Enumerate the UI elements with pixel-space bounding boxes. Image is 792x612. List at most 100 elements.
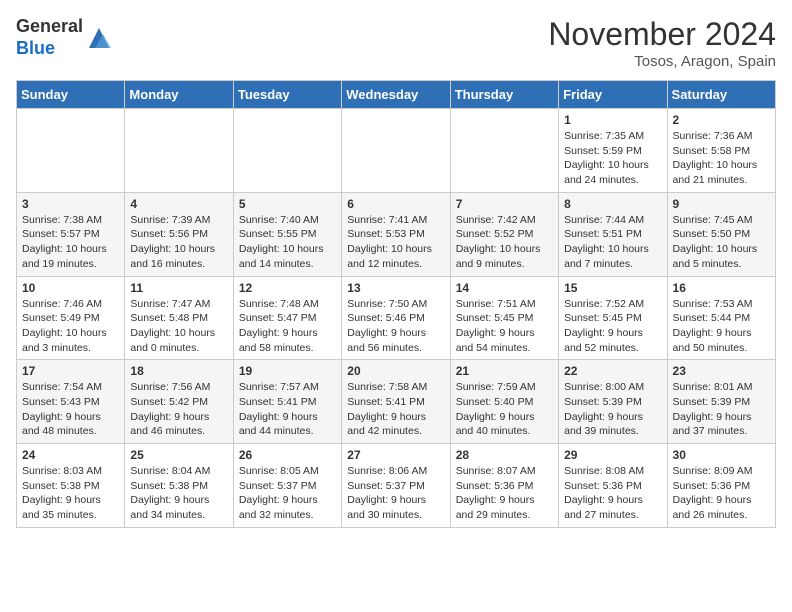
day-info: Daylight: 9 hours <box>22 493 119 508</box>
day-info: Daylight: 10 hours <box>130 242 227 257</box>
day-info: Sunset: 5:49 PM <box>22 311 119 326</box>
calendar-header: SundayMondayTuesdayWednesdayThursdayFrid… <box>17 81 776 109</box>
location: Tosos, Aragon, Spain <box>548 53 776 70</box>
day-info: Sunrise: 8:05 AM <box>239 464 336 479</box>
calendar-cell: 30Sunrise: 8:09 AMSunset: 5:36 PMDayligh… <box>667 444 775 528</box>
calendar-cell: 21Sunrise: 7:59 AMSunset: 5:40 PMDayligh… <box>450 360 558 444</box>
calendar-cell: 10Sunrise: 7:46 AMSunset: 5:49 PMDayligh… <box>17 276 125 360</box>
day-info: Sunrise: 7:35 AM <box>564 129 661 144</box>
day-info: and 44 minutes. <box>239 424 336 439</box>
calendar-cell <box>17 109 125 193</box>
day-info: Daylight: 9 hours <box>564 493 661 508</box>
calendar-body: 1Sunrise: 7:35 AMSunset: 5:59 PMDaylight… <box>17 109 776 528</box>
day-info: and 48 minutes. <box>22 424 119 439</box>
day-info: Sunrise: 7:50 AM <box>347 297 444 312</box>
calendar-cell: 22Sunrise: 8:00 AMSunset: 5:39 PMDayligh… <box>559 360 667 444</box>
day-info: Daylight: 9 hours <box>239 326 336 341</box>
day-number: 25 <box>130 448 227 462</box>
calendar-cell: 18Sunrise: 7:56 AMSunset: 5:42 PMDayligh… <box>125 360 233 444</box>
header-day-friday: Friday <box>559 81 667 109</box>
calendar-cell <box>342 109 450 193</box>
day-info: Sunset: 5:53 PM <box>347 227 444 242</box>
day-info: and 52 minutes. <box>564 341 661 356</box>
day-info: and 50 minutes. <box>673 341 770 356</box>
day-info: Sunrise: 7:36 AM <box>673 129 770 144</box>
day-info: Daylight: 10 hours <box>673 242 770 257</box>
day-info: Daylight: 9 hours <box>22 410 119 425</box>
day-info: and 19 minutes. <box>22 257 119 272</box>
day-info: Sunrise: 8:06 AM <box>347 464 444 479</box>
day-number: 30 <box>673 448 770 462</box>
calendar-cell: 7Sunrise: 7:42 AMSunset: 5:52 PMDaylight… <box>450 192 558 276</box>
calendar-cell: 16Sunrise: 7:53 AMSunset: 5:44 PMDayligh… <box>667 276 775 360</box>
day-info: Daylight: 10 hours <box>456 242 553 257</box>
day-number: 5 <box>239 197 336 211</box>
day-info: Sunrise: 8:00 AM <box>564 380 661 395</box>
header-day-tuesday: Tuesday <box>233 81 341 109</box>
day-info: Daylight: 9 hours <box>564 410 661 425</box>
day-info: Sunrise: 8:07 AM <box>456 464 553 479</box>
day-number: 8 <box>564 197 661 211</box>
day-info: Sunset: 5:41 PM <box>347 395 444 410</box>
calendar-cell: 8Sunrise: 7:44 AMSunset: 5:51 PMDaylight… <box>559 192 667 276</box>
day-info: and 3 minutes. <box>22 341 119 356</box>
logo-general: General <box>16 16 83 36</box>
day-info: Sunrise: 7:48 AM <box>239 297 336 312</box>
day-info: Sunset: 5:38 PM <box>130 479 227 494</box>
day-info: Daylight: 9 hours <box>456 410 553 425</box>
day-number: 21 <box>456 364 553 378</box>
day-info: Sunrise: 8:04 AM <box>130 464 227 479</box>
day-number: 3 <box>22 197 119 211</box>
day-info: Daylight: 9 hours <box>130 410 227 425</box>
day-info: and 54 minutes. <box>456 341 553 356</box>
day-info: Sunrise: 7:57 AM <box>239 380 336 395</box>
day-info: Sunset: 5:40 PM <box>456 395 553 410</box>
calendar-cell <box>125 109 233 193</box>
day-info: Sunrise: 7:44 AM <box>564 213 661 228</box>
day-info: and 26 minutes. <box>673 508 770 523</box>
day-info: and 0 minutes. <box>130 341 227 356</box>
day-info: Sunrise: 7:54 AM <box>22 380 119 395</box>
header-day-wednesday: Wednesday <box>342 81 450 109</box>
calendar-cell: 9Sunrise: 7:45 AMSunset: 5:50 PMDaylight… <box>667 192 775 276</box>
calendar-cell: 25 Sunrise: 8:04 AMSunset: 5:38 PMDayligh… <box>125 444 233 528</box>
day-info: Sunrise: 7:39 AM <box>130 213 227 228</box>
day-info: Sunrise: 7:38 AM <box>22 213 119 228</box>
day-info: Daylight: 9 hours <box>673 493 770 508</box>
day-info: and 32 minutes. <box>239 508 336 523</box>
calendar-cell: 14Sunrise: 7:51 AMSunset: 5:45 PMDayligh… <box>450 276 558 360</box>
day-info: and 27 minutes. <box>564 508 661 523</box>
day-info: Daylight: 9 hours <box>564 326 661 341</box>
day-info: and 21 minutes. <box>673 173 770 188</box>
day-number: 9 <box>673 197 770 211</box>
day-info: and 12 minutes. <box>347 257 444 272</box>
day-info: Sunset: 5:56 PM <box>130 227 227 242</box>
day-info: Daylight: 9 hours <box>130 493 227 508</box>
day-info: Sunrise: 7:47 AM <box>130 297 227 312</box>
day-number: 4 <box>130 197 227 211</box>
logo: General Blue <box>16 16 113 59</box>
week-row-2: 3Sunrise: 7:38 AMSunset: 5:57 PMDaylight… <box>17 192 776 276</box>
day-info: Sunset: 5:44 PM <box>673 311 770 326</box>
day-info: Sunset: 5:51 PM <box>564 227 661 242</box>
day-info: Sunrise: 8:08 AM <box>564 464 661 479</box>
calendar-cell: 29Sunrise: 8:08 AMSunset: 5:36 PMDayligh… <box>559 444 667 528</box>
calendar-cell <box>233 109 341 193</box>
day-info: Sunrise: 7:51 AM <box>456 297 553 312</box>
day-info: Sunset: 5:36 PM <box>456 479 553 494</box>
day-info: Sunset: 5:45 PM <box>564 311 661 326</box>
day-info: Sunset: 5:50 PM <box>673 227 770 242</box>
day-info: Sunset: 5:46 PM <box>347 311 444 326</box>
calendar-cell: 15Sunrise: 7:52 AMSunset: 5:45 PMDayligh… <box>559 276 667 360</box>
day-info: and 46 minutes. <box>130 424 227 439</box>
calendar-cell: 3Sunrise: 7:38 AMSunset: 5:57 PMDaylight… <box>17 192 125 276</box>
day-info: Sunset: 5:48 PM <box>130 311 227 326</box>
day-info: Daylight: 9 hours <box>456 493 553 508</box>
day-number: 26 <box>239 448 336 462</box>
calendar-cell: 28Sunrise: 8:07 AMSunset: 5:36 PMDayligh… <box>450 444 558 528</box>
day-info: Sunset: 5:41 PM <box>239 395 336 410</box>
week-row-4: 17Sunrise: 7:54 AMSunset: 5:43 PMDayligh… <box>17 360 776 444</box>
day-info: Sunset: 5:37 PM <box>347 479 444 494</box>
day-info: Sunset: 5:47 PM <box>239 311 336 326</box>
day-info: and 24 minutes. <box>564 173 661 188</box>
